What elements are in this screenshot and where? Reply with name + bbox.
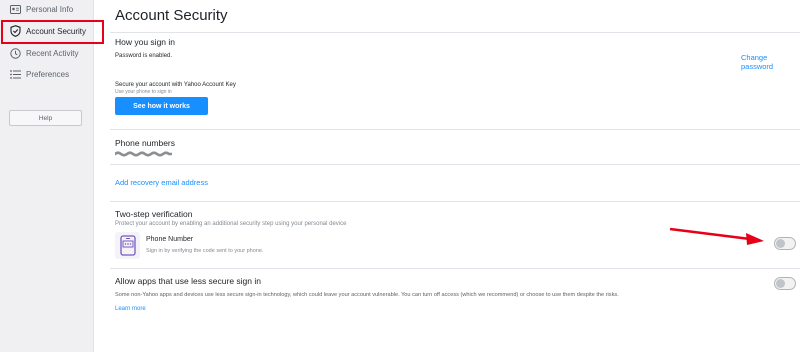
divider bbox=[110, 201, 800, 202]
list-icon bbox=[9, 68, 21, 80]
sidebar-item-preferences[interactable]: Preferences bbox=[0, 63, 94, 85]
sidebar-item-label: Account Security bbox=[26, 26, 87, 36]
toggle-knob bbox=[776, 239, 785, 248]
account-key-subtitle: Use your phone to sign in bbox=[115, 89, 172, 95]
two-step-toggle[interactable] bbox=[774, 237, 796, 250]
phone-method-title: Phone Number bbox=[146, 236, 194, 243]
two-step-description: Protect your account by enabling an addi… bbox=[115, 221, 347, 227]
add-recovery-email-link[interactable]: Add recovery email address bbox=[115, 178, 208, 187]
toggle-knob bbox=[776, 279, 785, 288]
divider bbox=[110, 129, 800, 130]
sidebar-item-label: Preferences bbox=[26, 69, 70, 79]
page-title: Account Security bbox=[115, 7, 228, 24]
sidebar-item-account-security[interactable]: Account Security bbox=[0, 20, 104, 44]
learn-more-link[interactable]: Learn more bbox=[115, 306, 146, 312]
shield-icon bbox=[9, 25, 21, 37]
two-step-section-title: Two-step verification bbox=[115, 209, 193, 219]
less-secure-toggle[interactable] bbox=[774, 277, 796, 290]
divider bbox=[110, 32, 800, 33]
divider bbox=[110, 164, 800, 165]
account-key-title: Secure your account with Yahoo Account K… bbox=[115, 82, 236, 88]
sidebar-item-label: Personal Info bbox=[26, 4, 74, 14]
sidebar: Personal Info Account Security Recent Ac… bbox=[0, 0, 104, 352]
phone-number-icon bbox=[119, 235, 136, 256]
phone-section-title: Phone numbers bbox=[115, 138, 176, 148]
help-button[interactable]: Help bbox=[9, 110, 82, 126]
divider bbox=[110, 268, 800, 269]
id-card-icon bbox=[9, 3, 21, 15]
sidebar-item-label: Recent Activity bbox=[26, 48, 79, 58]
red-annotation-arrow bbox=[669, 227, 764, 245]
redacted-phone-number bbox=[115, 151, 172, 157]
phone-icon-box bbox=[115, 232, 140, 259]
see-how-it-works-button[interactable]: See how it works bbox=[115, 97, 208, 115]
sidebar-item-personal-info[interactable]: Personal Info bbox=[0, 0, 94, 20]
signin-section-title: How you sign in bbox=[115, 37, 176, 47]
less-secure-section-title: Allow apps that use less secure sign in bbox=[115, 276, 261, 286]
less-secure-description: Some non-Yahoo apps and devices use less… bbox=[115, 292, 619, 298]
sidebar-item-recent-activity[interactable]: Recent Activity bbox=[0, 42, 94, 64]
phone-method-description: Sign in by verifying the code sent to yo… bbox=[146, 248, 264, 254]
clock-icon bbox=[9, 47, 21, 59]
change-password-link[interactable]: Change password bbox=[741, 53, 800, 71]
password-status: Password is enabled. bbox=[115, 53, 173, 59]
